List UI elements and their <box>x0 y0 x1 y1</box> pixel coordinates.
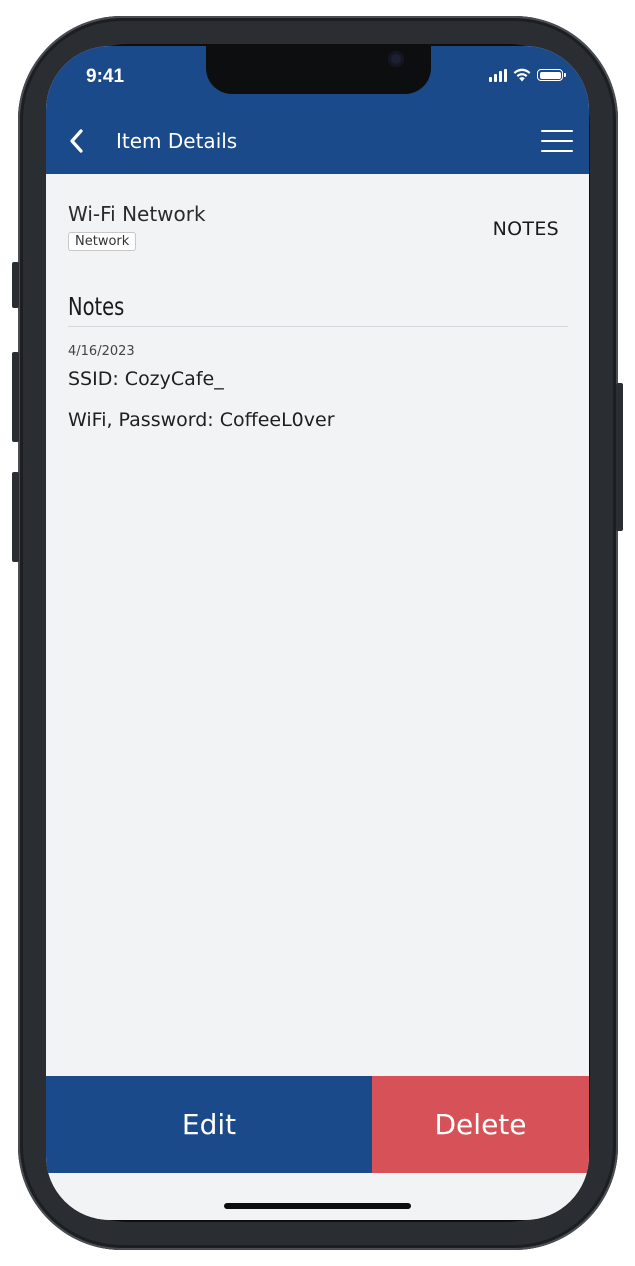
front-camera <box>388 51 404 67</box>
notch <box>206 46 431 94</box>
edit-button[interactable]: Edit <box>46 1076 372 1173</box>
note-text-line: SSID: CozyCafe_ <box>68 368 224 390</box>
battery-icon <box>537 69 566 81</box>
page-title: Item Details <box>116 129 238 153</box>
volume-up-button <box>12 352 19 442</box>
delete-button[interactable]: Delete <box>372 1076 589 1173</box>
screen: 9:41 Item Details Wi-Fi Network Network … <box>46 46 589 1220</box>
chevron-left-icon[interactable] <box>66 128 88 154</box>
section-divider <box>68 326 568 327</box>
notes-link[interactable]: NOTES <box>493 218 559 240</box>
note-date: 4/16/2023 <box>68 344 135 359</box>
item-name: Wi-Fi Network <box>68 202 206 226</box>
power-button <box>616 383 623 531</box>
home-indicator[interactable] <box>224 1203 411 1209</box>
status-icons <box>489 68 566 82</box>
action-bar: Edit Delete <box>46 1076 589 1173</box>
app-header: 9:41 Item Details <box>46 46 589 174</box>
mute-switch <box>12 262 19 308</box>
wifi-icon <box>513 68 531 82</box>
hamburger-menu-icon[interactable] <box>541 130 573 154</box>
category-tag: Network <box>68 232 137 251</box>
note-text-line: WiFi, Password: CoffeeL0ver <box>68 409 335 431</box>
notes-section-title: Notes <box>68 292 125 321</box>
cellular-signal-icon <box>489 68 507 82</box>
home-area <box>46 1173 589 1220</box>
status-time: 9:41 <box>86 66 125 87</box>
volume-down-button <box>12 472 19 562</box>
